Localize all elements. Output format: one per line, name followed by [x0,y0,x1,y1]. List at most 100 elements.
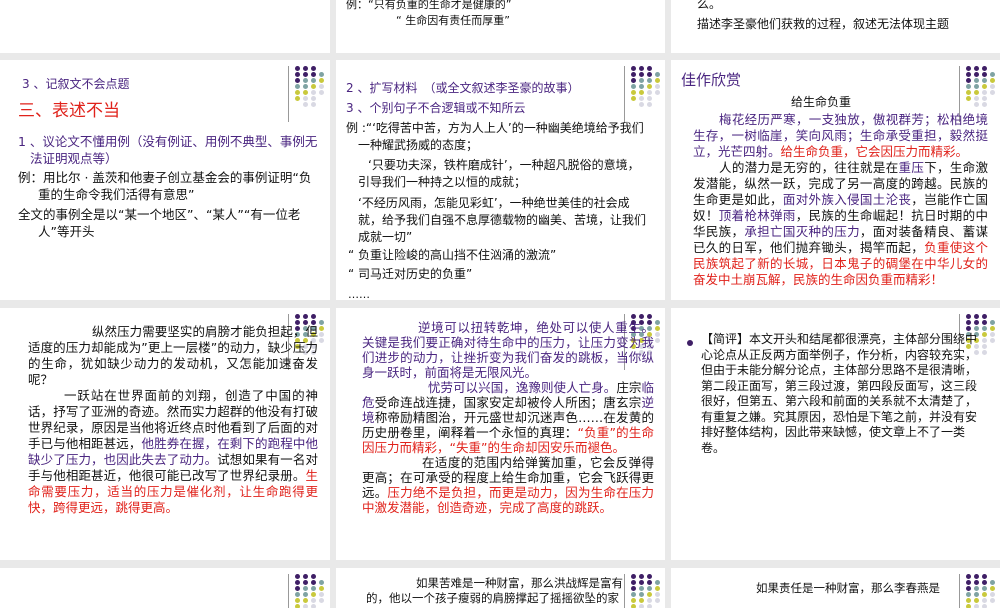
dot-icon [655,598,660,603]
slide-heading: 三、表述不当 [18,101,120,121]
dot-icon [647,314,652,319]
dot-icon [982,592,987,597]
dot-icon [990,78,995,83]
dot-icon [655,90,660,95]
dot-icon [311,574,316,579]
paragraph: 忧劳可以兴国，逸豫则使人亡身。庄宗临危受命连战连捷，国家安定却被伶人所困；唐玄宗… [362,380,654,455]
dot-icon [295,66,300,71]
dot-icon [311,84,316,89]
dot-icon [311,78,316,83]
dot-icon [966,598,971,603]
essay-body: 逆境可以扭转乾坤，绝处可以使人重生。关键是我们要正确对待生命中的压力，让压力变为… [362,320,654,515]
dot-icon [303,84,308,89]
example-text: 全文的事例全是以“某一个地区”、“某人”“有一位老人”等开头 [18,207,301,239]
dot-icon [655,314,660,319]
dot-icon [631,96,636,101]
dot-icon [319,344,324,349]
dot-icon [990,66,995,71]
dot-icon [295,72,300,77]
dot-icon [639,314,644,319]
dot-icon [990,586,995,591]
dot-icon [966,84,971,89]
slide-thumbnail[interactable]: 逆境可以扭转乾坤，绝处可以使人重生。关键是我们要正确对待生命中的压力，让压力变为… [336,308,665,560]
dot-icon [655,344,660,349]
dot-icon [639,66,644,71]
dot-icon [990,320,995,325]
dot-icon [982,574,987,579]
dot-icon [303,604,308,608]
slide-thumbnail[interactable]: 如果苦难是一种财富，那么洪战辉是富有的，他以一个孩子瘦弱的肩膀撑起了摇摇欲坠的家 [336,568,665,608]
dot-icon [982,96,987,101]
dot-icon [982,586,987,591]
slide-thumbnail[interactable] [0,568,330,608]
dot-icon [311,72,316,77]
dot-icon [631,314,636,319]
dot-icon [966,326,971,331]
dot-icon [647,78,652,83]
text-segment: 纵然压力需要坚实的肩膀才能负担起，但适度的压力却能成为”更上一层楼”的动力，缺少… [28,324,318,387]
dot-icon [966,320,971,325]
dot-icon [647,84,652,89]
dot-icon [982,580,987,585]
dot-icon [319,580,324,585]
dot-icon [966,580,971,585]
slide-thumbnail[interactable]: 么。 描述李圣豪他们获救的过程，叙述无法体现主题 [671,0,1000,53]
dot-icon [966,574,971,579]
dot-icon [639,84,644,89]
text-segment: 承担亡国灭种的压力 [744,224,860,239]
dot-icon [303,314,308,319]
dot-icon [990,102,995,107]
dot-icon [303,598,308,603]
essay-text: 如果苦难是一种财富，那么洪战辉是富有的，他以一个孩子瘦弱的肩膀撑起了摇摇欲坠的家 [366,576,623,605]
dot-icon [655,326,660,331]
dot-icon [295,598,300,603]
dot-icon [639,78,644,83]
paragraph: 一跃站在世界面前的刘翔，创造了中国的神话，抒写了亚洲的奇迹。然而实力超群的他没有… [28,388,318,516]
dot-icon [319,350,324,355]
dot-icon [311,102,316,107]
slide-thumbnail[interactable]: 3 、记叙文不会点题 三、表述不当 1 、议论文不懂用例（没有例证、用例不典型、… [0,60,330,300]
slide-item: 3 、个别句子不合逻辑或不知所云 [346,101,526,115]
dot-icon [974,326,979,331]
dot-icon [639,574,644,579]
dot-icon [295,84,300,89]
dot-icon [990,604,995,608]
dot-icon [982,604,987,608]
dot-icon [303,66,308,71]
dot-icon [295,78,300,83]
dot-icon [655,84,660,89]
dot-icon [647,102,652,107]
dot-icon [982,598,987,603]
dot-icon [982,72,987,77]
dot-icon [990,338,995,343]
dot-icon [982,314,987,319]
dot-icon [647,580,652,585]
dot-icon [990,350,995,355]
text-segment: 受命连战连捷，国家安定却被伶人所困；唐玄宗 [374,395,642,410]
dots-decoration [959,574,999,608]
slide-thumbnail[interactable]: 2 、扩写材料 （或全文叙述李圣豪的故事） 3 、个别句子不合逻辑或不知所云 例… [336,60,665,300]
slide-thumbnail[interactable]: 例：“只有负重的生命才是健康的” “ 生命因有责任而厚重” [336,0,665,53]
dot-icon [990,72,995,77]
dot-icon [647,592,652,597]
dot-icon [647,598,652,603]
slide-thumbnail[interactable]: 纵然压力需要坚实的肩膀才能负担起，但适度的压力却能成为”更上一层楼”的动力，缺少… [0,308,330,560]
slide-thumbnail[interactable]: 佳作欣赏 给生命负重 梅花经历严寒，一支独放，傲视群芳；松柏绝境生存，一树临崖，… [671,60,1000,300]
text-segment: 人的潜力是无穷的，往往就是在 [719,160,899,175]
dot-icon [295,102,300,107]
dot-icon [303,102,308,107]
slide-heading: 佳作欣赏 [681,71,742,89]
dot-icon [319,332,324,337]
essay-title: 给生命负重 [790,95,851,109]
paragraph: 纵然压力需要坚实的肩膀才能负担起，但适度的压力却能成为”更上一层楼”的动力，缺少… [28,324,318,388]
dot-icon [295,90,300,95]
dot-icon [639,592,644,597]
dot-icon [990,598,995,603]
dot-icon [311,90,316,95]
dot-icon [319,598,324,603]
slide-thumbnail[interactable]: 【简评】本文开头和结尾都很漂亮，主体部分围绕中心论点从正反两方面举例子，作分析，… [671,308,1000,560]
dot-icon [966,592,971,597]
slide-thumbnail[interactable] [0,0,330,53]
slide-thumbnail[interactable]: 如果责任是一种财富，那么李春燕是 [671,568,1000,608]
dot-icon [655,338,660,343]
